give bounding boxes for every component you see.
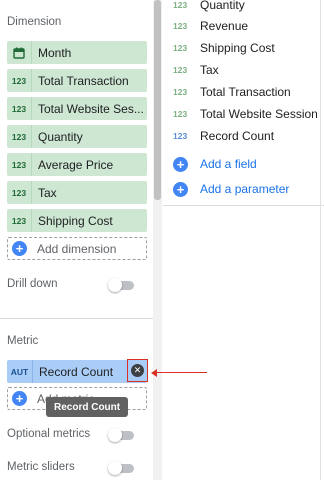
dimension-chip-quantity[interactable]: 123 Quantity: [7, 125, 147, 148]
field-item-revenue[interactable]: 123 Revenue: [173, 16, 248, 36]
number-type-icon: 123: [7, 69, 32, 92]
field-item-total-website-session[interactable]: 123 Total Website Session: [173, 104, 318, 124]
field-label: Total Transaction: [200, 85, 291, 99]
number-type-icon: 123: [173, 109, 188, 119]
toggle-knob: [108, 428, 122, 442]
field-label: Shipping Cost: [200, 41, 275, 55]
dimension-chip-label: Tax: [38, 185, 57, 200]
dimension-section-title: Dimension: [7, 16, 62, 28]
field-item-shipping-cost[interactable]: 123 Shipping Cost: [173, 38, 275, 58]
number-type-icon: 123: [7, 125, 32, 148]
dimension-chip-tax[interactable]: 123 Tax: [7, 181, 147, 204]
field-item-record-count[interactable]: 123 Record Count: [173, 126, 274, 146]
field-item-total-transaction[interactable]: 123 Total Transaction: [173, 82, 291, 102]
add-parameter-button[interactable]: + Add a parameter: [173, 179, 289, 199]
dimension-chip-month[interactable]: Month: [7, 41, 147, 64]
dimension-chip-shipping-cost[interactable]: 123 Shipping Cost: [7, 209, 147, 232]
field-list-panel: 123 Quantity 123 Revenue 123 Shipping Co…: [163, 0, 324, 206]
field-item-quantity[interactable]: 123 Quantity: [173, 0, 245, 15]
number-type-icon: 123: [173, 65, 188, 75]
add-field-button[interactable]: + Add a field: [173, 154, 257, 174]
plus-icon: +: [12, 241, 27, 256]
number-type-icon: 123: [7, 209, 32, 232]
add-dimension-label: Add dimension: [37, 241, 117, 256]
dimension-chip-average-price[interactable]: 123 Average Price: [7, 153, 147, 176]
panel-edge-divider: [320, 0, 321, 480]
plus-icon: +: [173, 181, 188, 197]
section-divider: [0, 318, 153, 319]
add-parameter-label: Add a parameter: [200, 182, 290, 196]
number-type-icon: 123: [173, 87, 188, 97]
add-dimension-button[interactable]: + Add dimension: [7, 237, 147, 260]
scrollbar-thumb[interactable]: [154, 0, 161, 200]
metric-section-title: Metric: [7, 335, 39, 347]
field-label: Record Count: [200, 129, 275, 143]
number-type-icon: 123: [7, 97, 32, 120]
number-type-icon: 123: [7, 181, 32, 204]
metric-sliders-toggle[interactable]: [108, 461, 134, 475]
number-type-icon: 123: [173, 0, 188, 10]
toggle-knob: [108, 461, 122, 475]
dimension-chip-label: Shipping Cost: [38, 213, 113, 228]
drill-down-label: Drill down: [7, 278, 58, 290]
dimension-chip-label: Month: [38, 45, 72, 60]
plus-icon: +: [173, 156, 188, 172]
annotation-arrow-head-icon: [151, 369, 157, 377]
dimension-chip-label: Total Transaction: [38, 73, 129, 88]
number-type-icon: 123: [173, 43, 188, 53]
field-label: Tax: [200, 63, 219, 77]
dimension-chip-label: Quantity: [38, 129, 83, 144]
metric-chip-record-count[interactable]: AUT Record Count: [7, 360, 147, 383]
annotation-arrow-line: [155, 372, 207, 373]
close-icon: ✕: [131, 364, 144, 377]
add-field-label: Add a field: [200, 157, 257, 171]
number-type-icon: 123: [7, 153, 32, 176]
field-label: Quantity: [200, 0, 245, 12]
aggregation-type-label: AUT: [7, 360, 33, 383]
dimension-chip-total-website-session[interactable]: 123 Total Website Ses...: [7, 97, 147, 120]
dimension-chip-label: Total Website Ses...: [38, 101, 144, 116]
field-item-tax[interactable]: 123 Tax: [173, 60, 219, 80]
dimension-chip-label: Average Price: [38, 157, 114, 172]
drill-down-toggle[interactable]: [108, 278, 134, 292]
metric-chip-label: Record Count: [39, 364, 114, 379]
remove-metric-button[interactable]: ✕: [127, 359, 148, 382]
number-type-icon: 123: [173, 21, 188, 31]
toggle-knob: [108, 278, 122, 292]
dimension-chip-total-transaction[interactable]: 123 Total Transaction: [7, 69, 147, 92]
number-type-icon: 123: [173, 131, 188, 141]
tooltip: Record Count: [46, 397, 129, 417]
field-label: Total Website Session: [200, 107, 318, 121]
optional-metrics-label: Optional metrics: [7, 428, 91, 440]
data-setup-panel: Dimension Month 123 Total Transaction 12…: [0, 0, 153, 480]
optional-metrics-toggle[interactable]: [108, 428, 134, 442]
field-label: Revenue: [200, 19, 249, 33]
calendar-icon: [7, 41, 32, 64]
metric-sliders-label: Metric sliders: [7, 461, 75, 473]
plus-icon: +: [12, 391, 27, 406]
